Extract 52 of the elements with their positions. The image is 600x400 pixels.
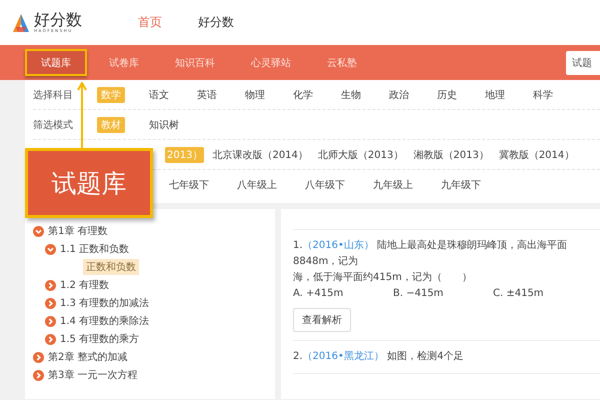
view-analysis-button[interactable]: 查看解析 <box>293 308 351 332</box>
tree-item[interactable]: 第1章 有理数 <box>48 224 108 238</box>
filter-option[interactable]: 科学 <box>529 86 557 102</box>
filter-option[interactable]: 生物 <box>337 86 365 102</box>
filter-label: 选择科目 <box>33 88 74 102</box>
chevron-right-icon[interactable] <box>33 352 44 362</box>
tree-item[interactable]: 1.1 正数和负数 <box>60 242 130 256</box>
logo-name: 好分数 <box>34 12 82 28</box>
filter-option[interactable]: 地理 <box>481 86 509 102</box>
question-text: 海，低于海平面约415m，记为（ ） <box>293 270 473 285</box>
chevron-down-icon[interactable] <box>33 226 44 236</box>
tree-item[interactable]: 1.3 有理数的加减法 <box>60 296 150 310</box>
tree-item[interactable]: 第3章 一元一次方程 <box>48 368 138 382</box>
chevron-right-icon[interactable] <box>33 370 44 380</box>
tree-item[interactable]: 1.2 有理数 <box>60 278 110 292</box>
tree-item[interactable]: 1.4 有理数的乘除法 <box>60 314 150 328</box>
question-text: 1.（2016•山东） 陆地上最高处是珠穆朗玛峰顶，高出海平面8848m，记为 <box>293 238 568 269</box>
nav-link[interactable]: 好分数 <box>180 14 252 31</box>
tree-leaf[interactable]: 正数和负数 <box>83 259 139 275</box>
chevron-right-icon[interactable] <box>45 316 56 326</box>
tree-item[interactable]: 第2章 整式的加减 <box>48 350 128 364</box>
filter-option[interactable]: 政治 <box>385 86 413 102</box>
chevron-down-icon[interactable] <box>45 244 56 254</box>
answer-option: B. −415m <box>393 286 493 302</box>
question-text: 2.（2016•黑龙江） 如图，检测4个足 <box>293 350 464 364</box>
chevron-right-icon[interactable] <box>45 298 56 308</box>
tree-item[interactable]: 1.5 有理数的乘方 <box>60 332 140 346</box>
filter-option[interactable]: 物理 <box>241 86 269 102</box>
filter-option[interactable]: 八年级上 <box>233 176 281 192</box>
arrow-icon <box>77 82 87 148</box>
search-field[interactable]: 试题 <box>566 50 600 74</box>
filter-option[interactable]: 化学 <box>289 86 317 102</box>
filter-option[interactable]: 冀教版（2014） <box>496 146 576 162</box>
nav-tab[interactable]: 试题库 <box>25 49 87 76</box>
filter-option[interactable]: 九年级下 <box>437 176 485 192</box>
filter-option[interactable]: 知识树 <box>145 116 183 132</box>
filter-option[interactable]: 湘教版（2013） <box>411 146 491 162</box>
filter-option[interactable]: 北京课改版（2014） <box>210 146 310 162</box>
callout-label: 试题库 <box>25 148 153 218</box>
filter-label: 筛选模式 <box>33 118 74 132</box>
filter-option[interactable]: 八年级下 <box>301 176 349 192</box>
filter-option[interactable]: 北师大版（2013） <box>316 146 406 162</box>
logo-icon <box>12 12 30 32</box>
filter-option[interactable]: 七年级下 <box>165 176 213 192</box>
filter-option[interactable]: 九年级上 <box>369 176 417 192</box>
filter-option[interactable]: 历史 <box>433 86 461 102</box>
filter-option[interactable]: 英语 <box>193 86 221 102</box>
chevron-right-icon[interactable] <box>45 280 56 290</box>
filter-option[interactable]: 语文 <box>145 86 173 102</box>
chevron-right-icon[interactable] <box>45 334 56 344</box>
answer-option: A. +415m <box>293 286 393 302</box>
answer-option: C. ±415m <box>493 286 593 302</box>
